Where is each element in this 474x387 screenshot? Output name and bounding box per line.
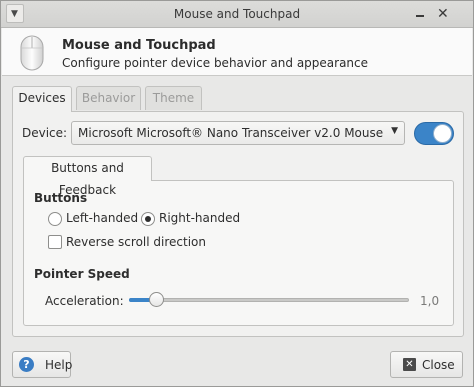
header-subtitle: Configure pointer device behavior and ap… <box>62 56 369 70</box>
close-button[interactable]: ✕ Close <box>390 351 463 378</box>
dialog-header: Mouse and Touchpad Configure pointer dev… <box>2 28 472 76</box>
pointer-speed-heading: Pointer Speed <box>34 267 130 281</box>
mouse-touchpad-window: ▼ Mouse and Touchpad ✕ Mouse and Touchpa… <box>0 0 474 387</box>
reverse-scroll-checkbox[interactable] <box>48 235 62 249</box>
help-button[interactable]: ? Help <box>12 351 73 378</box>
mouse-icon <box>20 35 44 71</box>
device-label: Device: <box>22 126 68 140</box>
acceleration-slider-track[interactable] <box>129 298 409 302</box>
acceleration-label: Acceleration: <box>45 294 124 308</box>
tab-theme[interactable]: Theme <box>145 86 202 110</box>
right-handed-radio[interactable] <box>141 212 155 226</box>
reverse-scroll-label[interactable]: Reverse scroll direction <box>66 235 206 249</box>
acceleration-value: 1,0 <box>420 294 440 308</box>
minimize-button[interactable] <box>413 6 427 20</box>
window-title: Mouse and Touchpad <box>173 7 301 21</box>
tab-behavior[interactable]: Behavior <box>76 86 141 110</box>
acceleration-slider-handle[interactable] <box>149 292 164 307</box>
device-select-value: Microsoft Microsoft® Nano Transceiver v2… <box>78 126 384 140</box>
chevron-down-icon: ▼ <box>391 126 398 136</box>
tab-devices[interactable]: Devices <box>12 86 72 112</box>
right-handed-label[interactable]: Right-handed <box>159 211 240 225</box>
device-select[interactable]: Microsoft Microsoft® Nano Transceiver v2… <box>71 121 405 145</box>
close-icon: ✕ <box>403 358 416 371</box>
close-icon: ✕ <box>437 6 449 22</box>
left-handed-label[interactable]: Left-handed <box>66 211 138 225</box>
close-button-label: Close <box>422 358 455 372</box>
device-enabled-toggle[interactable] <box>414 122 454 145</box>
help-button-label: Help <box>45 358 73 372</box>
tab-buttons-and-feedback[interactable]: Buttons and Feedback <box>23 156 152 197</box>
window-close-button[interactable]: ✕ <box>433 5 451 23</box>
toggle-knob <box>433 124 452 143</box>
header-title: Mouse and Touchpad <box>62 38 216 53</box>
help-icon: ? <box>19 357 34 372</box>
title-bar[interactable]: ▼ Mouse and Touchpad ✕ <box>1 1 473 28</box>
left-handed-radio[interactable] <box>48 212 62 226</box>
minimize-icon <box>416 15 424 17</box>
